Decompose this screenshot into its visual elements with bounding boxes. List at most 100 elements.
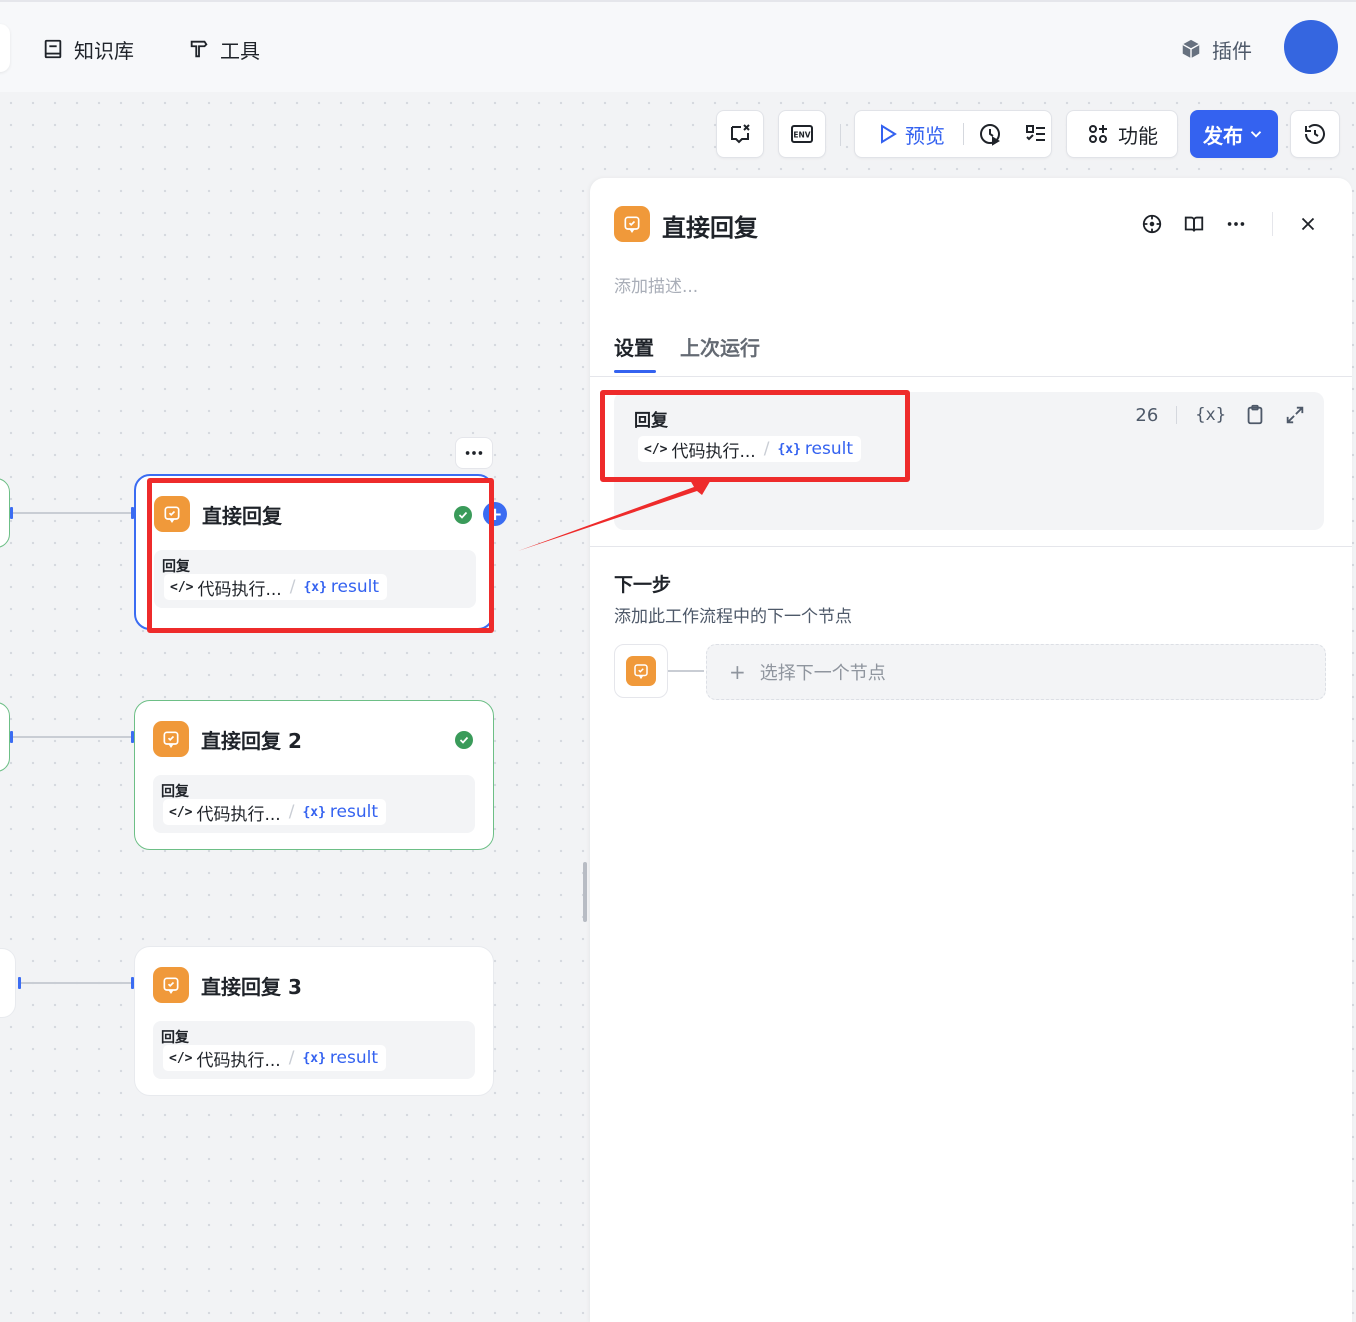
node-settings-panel: 直接回复 添加描述... 设置 上次运行 回复 26 {x} </> 代码执行.…: [590, 178, 1352, 1322]
comment-button[interactable]: [716, 110, 764, 158]
node-reply-label: 回复: [161, 1030, 189, 1046]
node-more-button[interactable]: [455, 437, 493, 469]
variable-reference[interactable]: </> 代码执行... / {x} result: [163, 799, 387, 825]
code-icon: </>: [169, 1050, 193, 1066]
variable-icon: {x}: [302, 1050, 326, 1066]
reference-source: 代码执行...: [671, 441, 756, 462]
env-button[interactable]: ENV: [778, 110, 826, 158]
panel-resize-handle[interactable]: [583, 862, 587, 922]
port[interactable]: [10, 507, 13, 519]
reference-var: result: [804, 439, 854, 459]
play-icon: [881, 124, 897, 144]
reply-tools: 26 {x}: [1135, 404, 1306, 426]
reference-source: 代码执行...: [196, 1050, 281, 1071]
code-icon: </>: [169, 804, 193, 820]
next-step-subtitle: 添加此工作流程中的下一个节点: [614, 607, 852, 627]
reference-source: 代码执行...: [197, 579, 282, 600]
active-tab-indicator: [614, 370, 656, 373]
variable-reference[interactable]: </> 代码执行... / {x} result: [164, 574, 388, 600]
panel-more-button[interactable]: [1224, 212, 1248, 236]
next-step-title: 下一步: [614, 574, 672, 596]
more-icon: [465, 451, 483, 455]
locate-button[interactable]: [1140, 212, 1164, 236]
node-reply-field[interactable]: 回复 </> 代码执行... / {x} result: [154, 550, 476, 608]
tab-last-run[interactable]: 上次运行: [680, 332, 760, 361]
tools-separator: [1176, 406, 1178, 424]
comment-clear-icon: [731, 124, 750, 144]
reply-label: 回复: [634, 411, 668, 431]
reference-var: result: [329, 1048, 379, 1068]
edge: [12, 512, 134, 514]
variable-icon: {x}: [303, 579, 327, 595]
chat-check-icon: [626, 656, 656, 686]
reference-source: 代码执行...: [196, 804, 281, 825]
reply-node-1[interactable]: 直接回复 回复 </> 代码执行... / {x} result: [134, 474, 494, 630]
hammer-icon: [190, 40, 208, 58]
publish-button[interactable]: 发布: [1190, 110, 1278, 158]
history-icon: [1305, 124, 1325, 144]
chat-check-icon: [614, 206, 650, 242]
success-check-icon: [454, 506, 472, 524]
insert-variable-icon[interactable]: {x}: [1195, 405, 1226, 425]
chat-check-icon: [153, 721, 189, 757]
port[interactable]: [10, 731, 13, 743]
variable-icon: {x}: [302, 804, 326, 820]
reply-node-3[interactable]: 直接回复 3 回复 </> 代码执行... / {x} result: [134, 946, 494, 1096]
current-node-thumb: [614, 644, 668, 698]
top-nav: 知识库 工具 插件: [0, 0, 1356, 92]
close-icon: [1301, 217, 1315, 231]
code-icon: </>: [644, 441, 668, 457]
nav-item-tools[interactable]: 工具: [188, 32, 260, 66]
nav-item-plugins[interactable]: 插件: [1180, 32, 1252, 66]
reply-editor[interactable]: 回复 26 {x} </> 代码执行... / {x} result: [614, 392, 1324, 530]
node-reply-field[interactable]: 回复 </> 代码执行... / {x} result: [153, 1021, 475, 1079]
expand-icon[interactable]: [1284, 404, 1306, 426]
env-icon: ENV: [791, 125, 813, 143]
code-icon: </>: [170, 579, 194, 595]
reference-separator: /: [288, 1048, 295, 1068]
chevron-down-icon: [1250, 131, 1262, 138]
reference-separator: /: [288, 802, 295, 822]
panel-title[interactable]: 直接回复: [662, 208, 758, 243]
chat-check-icon: [154, 496, 190, 532]
panel-header-separator: [1272, 212, 1273, 236]
apps-icon: [1089, 125, 1107, 143]
avatar[interactable]: [1284, 20, 1338, 74]
node-title: 直接回复 3: [201, 975, 302, 999]
preview-button[interactable]: 预览: [875, 120, 945, 149]
clipboard-icon[interactable]: [1244, 404, 1266, 426]
upstream-node-stub[interactable]: [0, 948, 16, 1018]
tab-divider: [590, 376, 1352, 377]
close-button[interactable]: [1296, 212, 1320, 236]
upstream-node-stub[interactable]: [0, 478, 10, 548]
reference-var: result: [330, 577, 380, 597]
add-next-node-port[interactable]: +: [483, 502, 507, 526]
node-reply-field[interactable]: 回复 </> 代码执行... / {x} result: [153, 775, 475, 833]
node-reply-label: 回复: [161, 784, 189, 800]
upstream-node-stub[interactable]: [0, 702, 10, 772]
reply-node-2[interactable]: 直接回复 2 回复 </> 代码执行... / {x} result: [134, 700, 494, 850]
port[interactable]: [18, 977, 21, 989]
toolbar-separator: [840, 124, 841, 146]
function-button[interactable]: 功能: [1066, 110, 1178, 158]
select-next-node-button[interactable]: + 选择下一个节点: [706, 644, 1326, 700]
node-reply-label: 回复: [162, 559, 190, 575]
history-button[interactable]: [1290, 110, 1340, 158]
plus-icon: +: [729, 660, 746, 684]
docs-button[interactable]: [1182, 212, 1206, 236]
reference-separator: /: [289, 577, 296, 597]
preview-group: 预览: [854, 110, 1052, 158]
open-book-icon: [1184, 216, 1204, 232]
preview-label: 预览: [905, 123, 945, 148]
checklist-icon[interactable]: [1024, 122, 1048, 146]
more-icon: [1227, 222, 1245, 226]
char-count: 26: [1135, 404, 1159, 426]
run-history-icon[interactable]: [978, 122, 1002, 146]
description-input[interactable]: 添加描述...: [614, 272, 698, 297]
variable-reference[interactable]: </> 代码执行... / {x} result: [163, 1045, 387, 1071]
env-icon-text: ENV: [793, 131, 810, 140]
variable-reference[interactable]: </> 代码执行... / {x} result: [638, 436, 862, 462]
tab-settings[interactable]: 设置: [614, 332, 654, 361]
nav-left-tab[interactable]: [0, 24, 10, 72]
nav-item-knowledge[interactable]: 知识库: [42, 32, 134, 66]
